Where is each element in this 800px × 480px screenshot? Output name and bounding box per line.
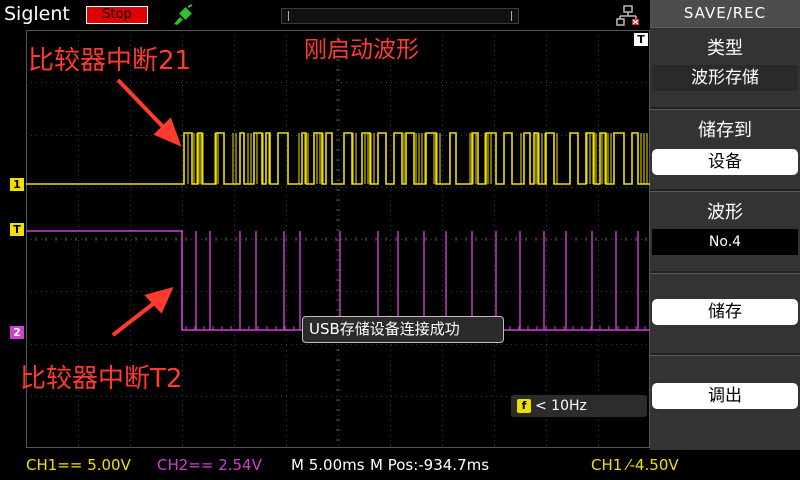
trigger-position-marker[interactable]: T xyxy=(634,33,648,46)
menu-item-save-to[interactable]: 储存到 设备 xyxy=(650,109,800,189)
timebase-scale[interactable]: M 5.00ms xyxy=(291,450,365,480)
ch1-scale[interactable]: CH1== 5.00V xyxy=(26,450,131,480)
recall-button[interactable]: 调出 xyxy=(652,383,798,409)
annotation-ch1-interrupt: 比较器中断21 xyxy=(28,46,192,76)
ch1-level-marker[interactable]: 1 xyxy=(10,178,24,191)
annotation-startup-waveform: 刚启动波形 xyxy=(304,37,419,63)
trigger-level-marker[interactable]: T xyxy=(10,223,24,236)
softkey-menu: SAVE/REC 类型 波形存储 储存到 设备 波形 No.4 储存 调出 xyxy=(650,0,800,450)
menu-item-value: 设备 xyxy=(652,149,798,175)
menu-item-label: 类型 xyxy=(707,38,743,59)
run-stop-indicator[interactable]: Stop xyxy=(86,6,148,24)
usb-connected-toast: USB存储设备连接成功 xyxy=(302,316,504,343)
frequency-icon: f xyxy=(517,399,531,413)
frequency-counter: f < 10Hz xyxy=(511,395,647,417)
probe-icon xyxy=(174,4,193,25)
trigger-level[interactable]: CH1 ⁄-4.50V xyxy=(591,450,679,480)
annotation-ch2-interrupt: 比较器中断T2 xyxy=(20,364,183,394)
memory-position-bar xyxy=(281,8,519,24)
usb-icon xyxy=(616,5,639,26)
menu-item-type[interactable]: 类型 波形存储 xyxy=(650,27,800,107)
brand-label: Siglent xyxy=(4,3,70,25)
menu-title: SAVE/REC xyxy=(650,0,800,27)
menu-item-value: No.4 xyxy=(652,229,798,255)
save-button[interactable]: 储存 xyxy=(652,299,798,325)
status-bar: CH1== 5.00V CH2== 2.54V M 5.00ms M Pos:-… xyxy=(0,450,800,480)
memory-position[interactable]: M Pos:-934.7ms xyxy=(370,450,489,480)
menu-item-waveform[interactable]: 波形 No.4 xyxy=(650,191,800,271)
menu-item-value: 波形存储 xyxy=(652,65,798,91)
menu-item-label: 储存到 xyxy=(698,120,752,141)
menu-item-save[interactable]: 储存 xyxy=(650,273,800,353)
ch2-scale[interactable]: CH2== 2.54V xyxy=(157,450,262,480)
menu-item-label: 波形 xyxy=(707,202,743,223)
frequency-value: < 10Hz xyxy=(535,398,587,414)
ch2-level-marker[interactable]: 2 xyxy=(10,326,24,339)
menu-item-recall[interactable]: 调出 xyxy=(650,355,800,450)
top-bar: Siglent Stop xyxy=(0,0,650,30)
